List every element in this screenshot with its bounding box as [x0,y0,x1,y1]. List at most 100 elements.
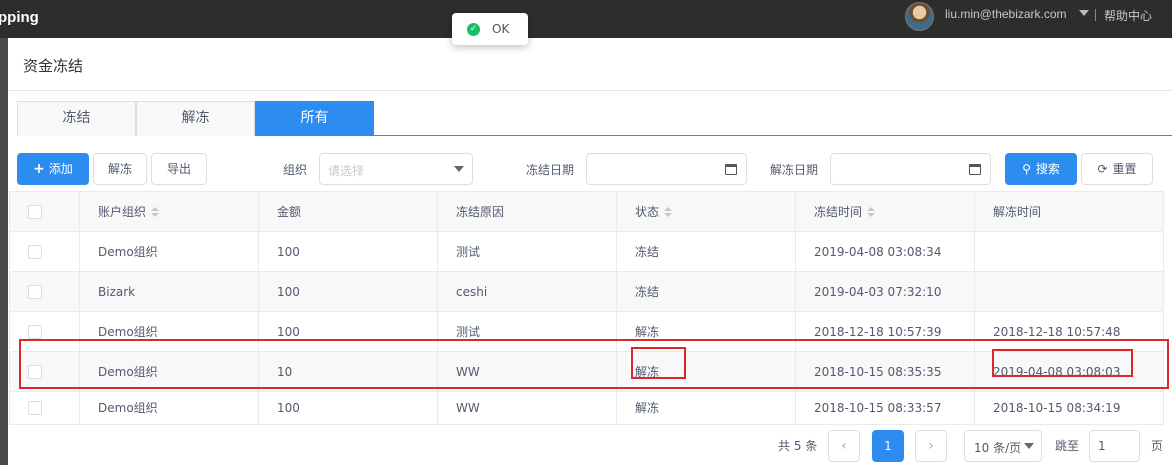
cell-status: 冻结 [617,272,796,312]
refresh-icon: ⟳ [1097,162,1108,176]
cell-reason: 测试 [438,232,617,272]
cell-reason: 测试 [438,312,617,352]
user-email[interactable]: liu.min@thebizark.com [945,7,1067,21]
unfreeze-date-picker[interactable] [830,153,991,185]
freeze-records-table: 账户组织 金额 冻结原因 状态 冻结时间 解冻时间 Demo组织 100 测试 … [9,191,1164,425]
cell-reason: ceshi [438,272,617,312]
calendar-icon [969,164,981,175]
status-tabs: 冻结 解冻 所有 [17,101,1172,136]
table-row: Demo组织 100 WW 解冻 2018-10-15 08:33:57 201… [10,392,1163,432]
page-size-select[interactable]: 10 条/页 [964,430,1042,462]
select-all-checkbox[interactable] [28,205,42,219]
unfreeze-date-label: 解冻日期 [770,163,819,177]
chevron-down-icon[interactable] [1079,10,1089,16]
column-header: 金额 [259,192,438,232]
column-header[interactable]: 账户组织 [80,192,259,232]
cell-freeze-time: 2018-10-15 08:33:57 [796,392,975,424]
unfreeze-button[interactable]: 解冻 [93,153,147,185]
add-button-label: 添加 [48,162,73,176]
cell-unfreeze-time [975,232,1163,272]
toast-message: OK [492,22,510,36]
cell-freeze-time: 2018-12-18 10:57:39 [796,312,975,352]
freeze-date-picker[interactable] [586,153,747,185]
cell-unfreeze-time [975,272,1163,312]
page-1-button[interactable]: 1 [872,430,904,462]
table-row: Demo组织 10 WW 解冻 2018-10-15 08:35:35 2019… [10,352,1163,392]
column-header: 冻结原因 [438,192,617,232]
column-header[interactable]: 状态 [617,192,796,232]
cell-amount: 10 [259,352,438,392]
sort-icon[interactable] [151,206,160,217]
tab-all[interactable]: 所有 [255,101,374,136]
cell-amount: 100 [259,232,438,272]
add-button[interactable]: + 添加 [17,153,89,185]
cell-amount: 100 [259,272,438,312]
help-center-link[interactable]: 帮助中心 [1104,7,1152,24]
org-select-placeholder: 请选择 [328,164,365,178]
table-row: Demo组织 100 测试 解冻 2018-12-18 10:57:39 201… [10,312,1163,352]
cell-org: Demo组织 [80,312,259,352]
chevron-down-icon [1024,443,1034,449]
cell-unfreeze-time: 2018-10-15 08:34:19 [993,401,1121,415]
pagination-total: 共 5 条 [778,439,818,453]
cell-amount: 100 [259,312,438,352]
search-button[interactable]: ⚲ 搜索 [1005,153,1077,185]
reset-button[interactable]: ⟳ 重置 [1081,153,1153,185]
cell-org: Demo组织 [80,392,259,424]
column-header: 解冻时间 [993,205,1042,219]
select-all-cell [10,192,80,232]
sort-icon[interactable] [664,206,673,217]
background-overlay [0,38,8,465]
table-row: Bizark 100 ceshi 冻结 2019-04-03 07:32:10 [10,272,1163,312]
column-header[interactable]: 冻结时间 [796,192,975,232]
cell-freeze-time: 2018-10-15 08:35:35 [796,352,975,392]
dialog-title: 资金冻结 [23,57,84,75]
cell-freeze-time: 2019-04-08 03:08:34 [796,232,975,272]
org-select[interactable]: 请选择 [319,153,473,185]
cell-status: 解冻 [617,312,796,352]
jump-label: 跳至 [1055,439,1080,453]
freeze-date-label: 冻结日期 [526,163,575,177]
cell-status: 解冻 [617,392,796,424]
jump-page-input[interactable]: 1 [1089,430,1140,462]
org-filter-label: 组织 [283,163,308,177]
tab-frozen[interactable]: 冻结 [17,101,136,136]
chevron-down-icon [454,166,464,172]
next-page-button[interactable]: › [915,430,947,462]
table-header-row: 账户组织 金额 冻结原因 状态 冻结时间 解冻时间 [10,192,1163,232]
cell-unfreeze-time: 2018-12-18 10:57:48 [993,325,1121,339]
row-checkbox[interactable] [28,285,42,299]
row-checkbox[interactable] [28,245,42,259]
row-checkbox[interactable] [28,325,42,339]
table-row: Demo组织 100 测试 冻结 2019-04-08 03:08:34 [10,232,1163,272]
success-toast: ✓ OK [452,13,528,45]
cell-unfreeze-time: 2019-04-08 03:08:03 [993,365,1121,379]
cell-reason: WW [438,392,617,424]
app-topbar: pping liu.min@thebizark.com 帮助中心 [0,0,1172,38]
cell-org: Demo组织 [80,352,259,392]
plus-icon: + [33,161,45,177]
cell-status: 冻结 [617,232,796,272]
tab-unfrozen[interactable]: 解冻 [136,101,255,136]
search-button-label: 搜索 [1035,162,1060,176]
sort-icon[interactable] [867,206,876,217]
check-circle-icon: ✓ [467,23,480,36]
row-checkbox[interactable] [28,401,42,415]
dialog-header: 资金冻结 [8,38,1172,91]
user-avatar[interactable] [905,2,934,31]
cell-org: Demo组织 [80,232,259,272]
cell-amount: 100 [259,392,438,424]
cell-status: 解冻 [617,352,796,392]
calendar-icon [725,164,737,175]
divider [1095,9,1096,21]
prev-page-button[interactable]: ‹ [828,430,860,462]
reset-button-label: 重置 [1112,162,1137,176]
cell-reason: WW [438,352,617,392]
row-checkbox[interactable] [28,365,42,379]
cell-freeze-time: 2019-04-03 07:32:10 [796,272,975,312]
search-icon: ⚲ [1022,162,1031,176]
export-button[interactable]: 导出 [151,153,207,185]
page-suffix-label: 页 [1151,439,1164,453]
cell-org: Bizark [80,272,259,312]
app-brand: pping [0,9,39,26]
